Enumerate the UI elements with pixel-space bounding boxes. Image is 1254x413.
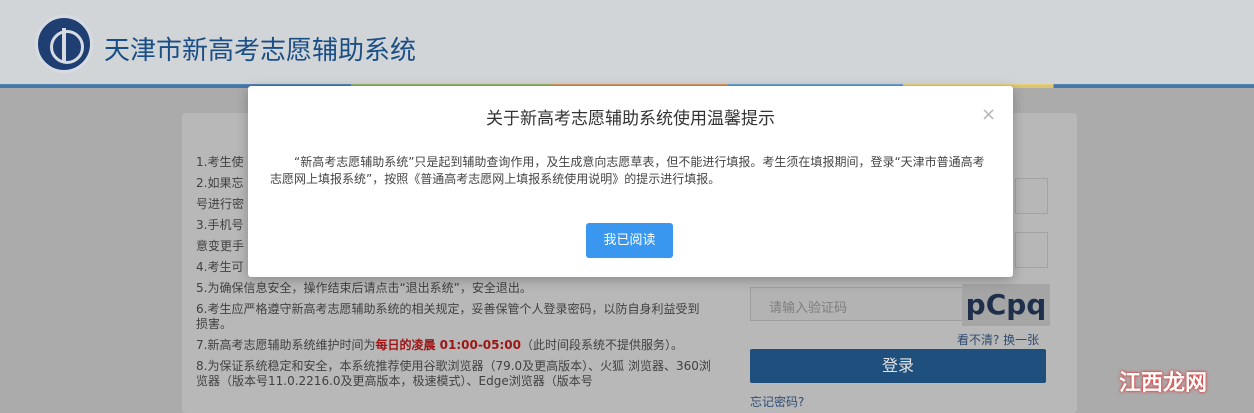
modal-message: “新高考志愿辅助系统”只是起到辅助查询作用，及生成意向志愿草表，但不能进行填报。…	[270, 155, 985, 186]
notice-line-9: 7.新高考志愿辅助系统维护时间为每日的凌晨 01:00-05:00（此时间段系统…	[196, 338, 711, 353]
captcha-image[interactable]: pCpq	[962, 284, 1050, 326]
username-input[interactable]	[1015, 178, 1048, 214]
notice-modal: 关于新高考志愿辅助系统使用温馨提示 × “新高考志愿辅助系统”只是起到辅助查询作…	[248, 86, 1013, 277]
captcha-input[interactable]: 请输入验证码	[750, 287, 974, 321]
logo	[35, 15, 93, 73]
forgot-password-link[interactable]: 忘记密码?	[750, 393, 804, 410]
close-icon[interactable]: ×	[981, 104, 996, 125]
maintenance-note: （此时间段系统不提供服务）。	[521, 338, 684, 352]
password-input[interactable]	[1015, 232, 1048, 268]
maintenance-time: 每日的凌晨 01:00-05:00	[375, 338, 522, 352]
refresh-captcha-link[interactable]: 看不清? 换一张	[957, 331, 1039, 348]
read-confirm-button[interactable]: 我已阅读	[586, 223, 673, 258]
notice-line-10: 8.为保证系统稳定和安全，本系统推荐使用谷歌浏览器（79.0及更高版本）、火狐 …	[196, 359, 711, 388]
notice-line-7: 5.为确保信息安全，操作结束后请点击“退出系统”，安全退出。	[196, 281, 532, 295]
modal-title: 关于新高考志愿辅助系统使用温馨提示	[486, 109, 775, 129]
modal-body: “新高考志愿辅助系统”只是起到辅助查询作用，及生成意向志愿草表，但不能进行填报。…	[270, 154, 990, 188]
maintenance-text: 7.新高考志愿辅助系统维护时间为	[196, 338, 376, 352]
page-header: 天津市新高考志愿辅助系统	[0, 0, 1254, 85]
page-title: 天津市新高考志愿辅助系统	[104, 36, 417, 66]
watermark: 江西龙网	[1119, 371, 1208, 396]
login-button[interactable]: 登录	[750, 349, 1046, 383]
notice-line-8: 6.考生应严格遵守新高考志愿辅助系统的相关规定，妥善保管个人登录密码，以防自身利…	[196, 302, 700, 331]
